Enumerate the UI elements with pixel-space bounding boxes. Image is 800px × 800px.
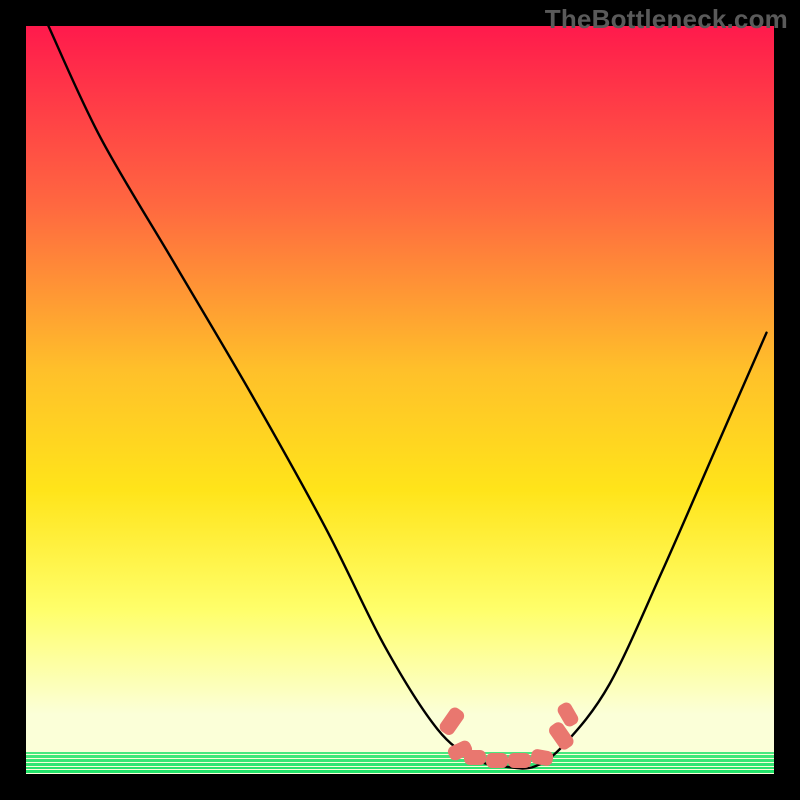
bottleneck-curve (26, 26, 774, 774)
plot-area (26, 26, 774, 774)
optimal-marker (508, 753, 530, 768)
optimal-marker (486, 753, 508, 768)
optimal-marker (464, 750, 486, 765)
watermark-text: TheBottleneck.com (545, 4, 788, 35)
chart-frame: TheBottleneck.com (0, 0, 800, 800)
